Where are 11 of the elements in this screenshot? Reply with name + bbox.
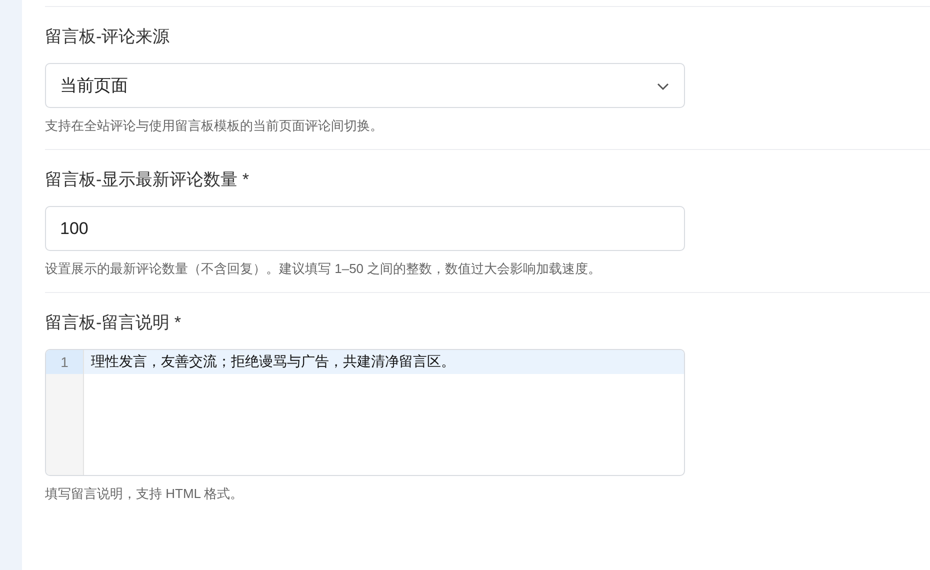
field-label: 留言板-评论来源 <box>45 26 170 48</box>
field-label: 留言板-显示最新评论数量 * <box>45 169 249 191</box>
field-label: 留言板-留言说明 * <box>45 312 181 334</box>
input-field[interactable]: 100 <box>45 206 685 251</box>
code-line: 理性发言，友善交流；拒绝谩骂与广告，共建清净留言区。 <box>90 353 455 371</box>
line-number: 1 <box>60 354 70 370</box>
code-editor[interactable]: 1 理性发言，友善交流；拒绝谩骂与广告，共建清净留言区。 <box>45 349 685 476</box>
field-hint: 支持在全站评论与使用留言板模板的当前页面评论间切换。 <box>45 117 383 135</box>
field-hint: 设置展示的最新评论数量（不含回复）。建议填写 1–50 之间的整数，数值过大会影响加载速度。 <box>45 260 602 278</box>
field-hint: 填写留言说明，支持 HTML 格式。 <box>45 485 244 503</box>
select-field[interactable]: 当前页面 <box>45 63 685 108</box>
